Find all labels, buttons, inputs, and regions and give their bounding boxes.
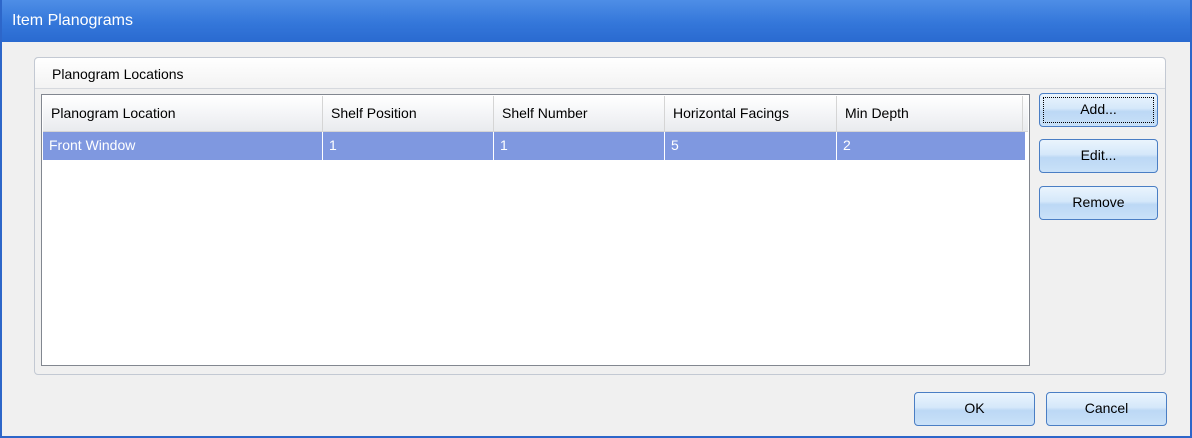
ok-button-label: OK xyxy=(964,400,985,416)
add-button-label: Add... xyxy=(1080,101,1117,117)
grid-header: Planogram Location Shelf Position Shelf … xyxy=(43,96,1028,132)
table-row[interactable]: Front Window 1 1 5 2 xyxy=(43,132,1025,160)
title-bar[interactable]: Item Planograms xyxy=(2,0,1190,42)
edit-button-label: Edit... xyxy=(1080,147,1117,163)
dialog-window: Item Planograms Planogram Locations Plan… xyxy=(0,0,1192,438)
cell-horizontal-facings: 5 xyxy=(665,132,837,160)
column-header-horizontal-facings[interactable]: Horizontal Facings xyxy=(665,96,837,131)
column-header-shelf-position[interactable]: Shelf Position xyxy=(323,96,494,131)
cell-planogram-location: Front Window xyxy=(43,132,323,160)
column-header-min-depth[interactable]: Min Depth xyxy=(837,96,1023,131)
column-header-shelf-number[interactable]: Shelf Number xyxy=(494,96,665,131)
column-header-planogram-location[interactable]: Planogram Location xyxy=(43,96,323,131)
remove-button[interactable]: Remove xyxy=(1039,186,1158,220)
window-title: Item Planograms xyxy=(12,12,133,29)
cell-shelf-position: 1 xyxy=(323,132,494,160)
group-title: Planogram Locations xyxy=(52,66,184,82)
planogram-grid[interactable]: Planogram Location Shelf Position Shelf … xyxy=(41,94,1030,366)
cancel-button-label: Cancel xyxy=(1084,400,1129,416)
ok-button[interactable]: OK xyxy=(914,392,1035,426)
cell-min-depth: 2 xyxy=(843,137,851,153)
cell-shelf-number: 1 xyxy=(494,132,665,160)
edit-button[interactable]: Edit... xyxy=(1039,139,1158,173)
add-button[interactable]: Add... xyxy=(1039,93,1158,127)
remove-button-label: Remove xyxy=(1072,194,1125,210)
cancel-button[interactable]: Cancel xyxy=(1046,392,1167,426)
group-header: Planogram Locations xyxy=(35,58,1165,89)
